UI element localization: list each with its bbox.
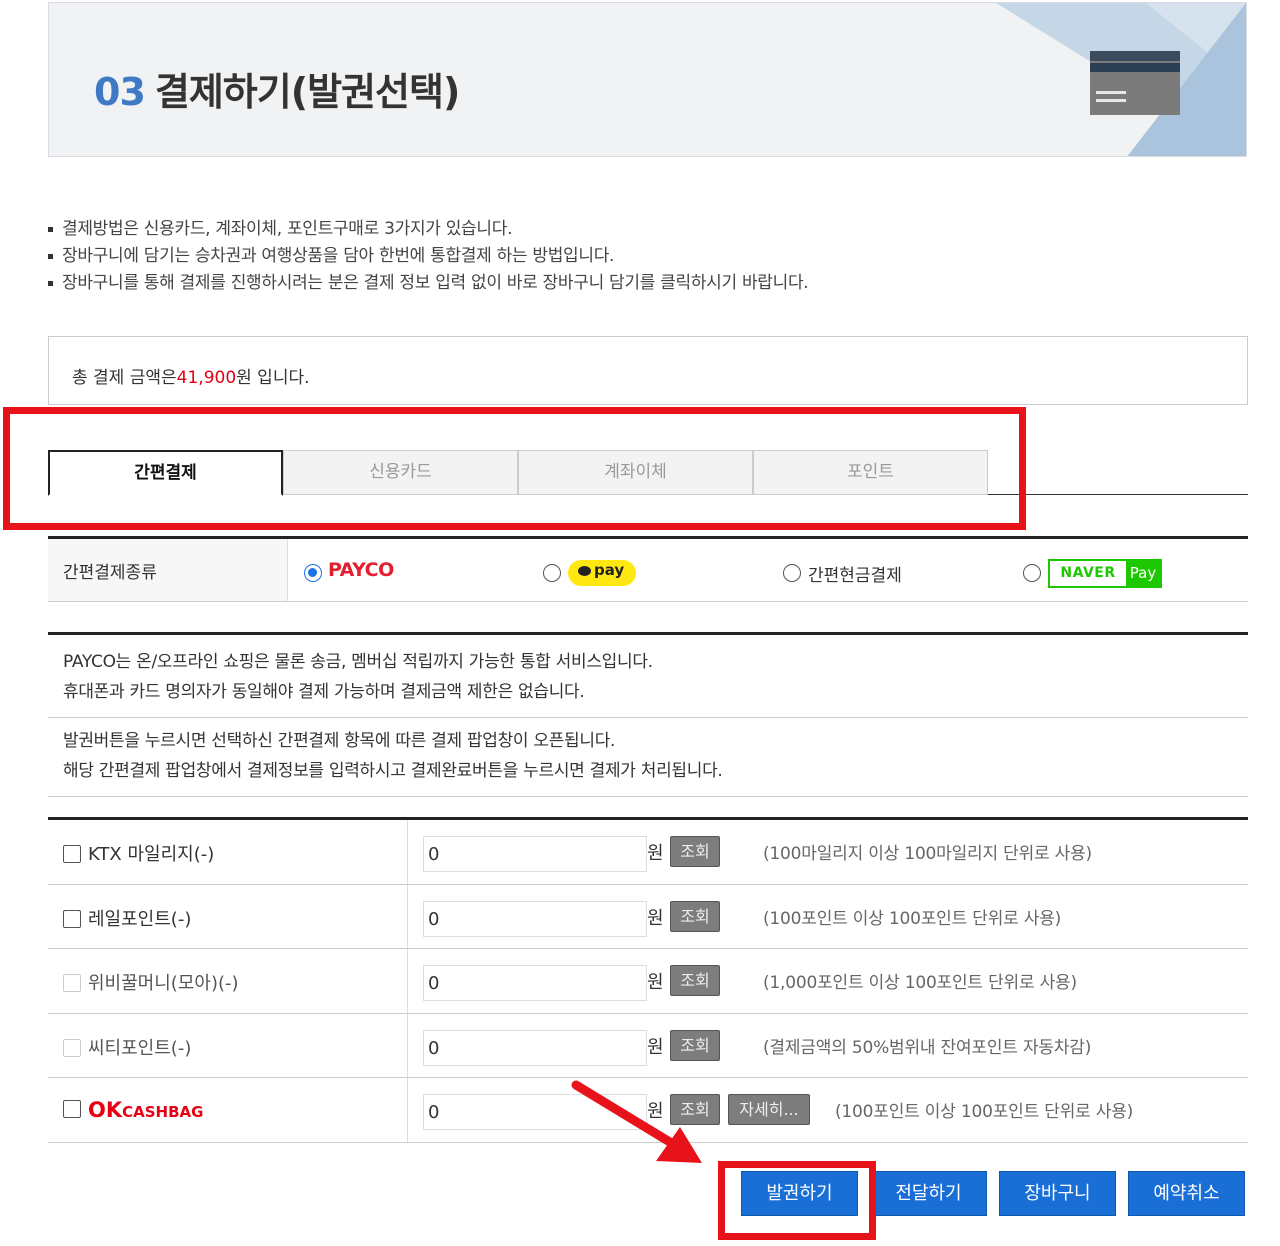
total-amount: 41,900 xyxy=(176,368,237,388)
kakaopay-logo: pay xyxy=(568,560,636,586)
points-label: 위비꿀머니(모아)(-) xyxy=(48,949,408,1013)
points-label: 씨티포인트(-) xyxy=(48,1013,408,1077)
notice-item: 장바구니를 통해 결제를 진행하시려는 분은 결제 정보 입력 없이 바로 장바… xyxy=(46,272,1046,299)
notice-list: 결제방법은 신용카드, 계좌이체, 포인트구매로 3가지가 있습니다. 장바구니… xyxy=(46,218,1046,299)
info-line: PAYCO는 온/오프라인 쇼핑은 물론 송금, 멤버십 적립까지 가능한 통합… xyxy=(63,652,653,672)
page-header-banner: 03 결제하기(발권선택) xyxy=(48,2,1247,157)
points-label: KTX 마일리지(-) xyxy=(48,820,408,884)
total-amount-box: 총 결제 금액은41,900원 입니다. xyxy=(48,336,1248,405)
easy-payment-type-label: 간편결제종류 xyxy=(48,539,288,601)
points-note: (1,000포인트 이상 100포인트 단위로 사용) xyxy=(763,973,1077,993)
annotation-arrow-icon xyxy=(571,1080,702,1163)
points-label-text: 위비꿀머니(모아)(-) xyxy=(88,973,239,994)
lookup-button[interactable]: 조회 xyxy=(670,965,720,996)
annotation-highlight-tabs xyxy=(3,407,1026,530)
issue-description: 발권버튼을 누르시면 선택하신 간편결제 항목에 따른 결제 팝업창이 오픈됩니… xyxy=(48,717,1248,796)
unit-label: 원 xyxy=(647,907,664,929)
points-row-wibee-money: 위비꿀머니(모아)(-) 0 원 조회 (1,000포인트 이상 100포인트 … xyxy=(48,949,1248,1014)
notice-item: 결제방법은 신용카드, 계좌이체, 포인트구매로 3가지가 있습니다. xyxy=(46,218,1046,245)
unit-label: 원 xyxy=(647,1036,664,1058)
points-label: 레일포인트(-) xyxy=(48,884,408,948)
checkbox-rail-point[interactable] xyxy=(63,909,81,928)
info-line: 발권버튼을 누르시면 선택하신 간편결제 항목에 따른 결제 팝업창이 오픈됩니… xyxy=(63,731,616,751)
payco-logo: PAYCO xyxy=(328,559,394,581)
info-line: 해당 간편결제 팝업창에서 결제정보를 입력하시고 결제완료버튼을 누르시면 결… xyxy=(63,761,723,781)
lookup-button[interactable]: 조회 xyxy=(670,836,720,867)
page-title: 03 결제하기(발권선택) xyxy=(94,61,460,116)
cart-button[interactable]: 장바구니 xyxy=(999,1171,1116,1216)
points-row-citi-point: 씨티포인트(-) 0 원 조회 (결제금액의 50%범위내 잔여포인트 자동차감… xyxy=(48,1013,1248,1078)
credit-card-icon xyxy=(1090,51,1180,115)
checkbox-citi-point[interactable] xyxy=(63,1038,81,1057)
easy-payment-type-row: 간편결제종류 PAYCO pay 간편현금결제 NAVER Pay xyxy=(48,536,1248,602)
send-button[interactable]: 전달하기 xyxy=(870,1171,987,1216)
points-amount-input[interactable]: 0 xyxy=(423,965,647,1001)
cancel-reservation-button[interactable]: 예약취소 xyxy=(1128,1171,1245,1216)
radio-easy-cash[interactable] xyxy=(783,564,801,582)
checkbox-wibee-money[interactable] xyxy=(63,974,81,992)
speech-bubble-icon xyxy=(578,566,591,576)
info-line: 휴대폰과 카드 명의자가 동일해야 결제 가능하며 결제금액 제한은 없습니다. xyxy=(63,682,585,702)
points-note: (결제금액의 50%범위내 잔여포인트 자동차감) xyxy=(763,1037,1092,1058)
naverpay-logo-text: NAVER xyxy=(1060,565,1116,581)
payment-info-box: PAYCO는 온/오프라인 쇼핑은 물론 송금, 멤버십 적립까지 가능한 통합… xyxy=(48,632,1248,797)
lookup-button[interactable]: 조회 xyxy=(670,900,720,932)
points-amount-input[interactable]: 0 xyxy=(423,836,647,872)
points-label: OKCASHBAG xyxy=(48,1078,408,1142)
points-row-rail-point: 레일포인트(-) 0 원 조회 (100포인트 이상 100포인트 단위로 사용… xyxy=(48,884,1248,949)
easy-cash-label: 간편현금결제 xyxy=(808,566,902,586)
radio-kakaopay[interactable] xyxy=(543,564,561,582)
unit-label: 원 xyxy=(647,972,664,993)
notice-item: 장바구니에 담기는 승차권과 여행상품을 담아 한번에 통합결제 하는 방법입니… xyxy=(46,245,1046,272)
points-amount-input[interactable]: 0 xyxy=(423,900,647,937)
page-title-text: 결제하기(발권선택) xyxy=(154,70,460,114)
lookup-button[interactable]: 조회 xyxy=(670,1029,720,1061)
unit-label: 원 xyxy=(647,843,664,864)
step-number: 03 xyxy=(94,70,146,114)
points-note: (100포인트 이상 100포인트 단위로 사용) xyxy=(835,1102,1134,1122)
points-note: (100마일리지 이상 100마일리지 단위로 사용) xyxy=(763,844,1092,864)
points-amount-input[interactable]: 0 xyxy=(423,1029,647,1066)
points-label-text: KTX 마일리지(-) xyxy=(88,844,215,865)
naverpay-logo: NAVER Pay xyxy=(1048,559,1162,588)
radio-naverpay[interactable] xyxy=(1023,564,1041,582)
kakaopay-label: pay xyxy=(594,561,625,579)
naverpay-logo-pay: Pay xyxy=(1126,561,1160,586)
annotation-highlight-issue-button xyxy=(718,1161,876,1240)
checkbox-ok-cashbag[interactable] xyxy=(63,1100,81,1118)
points-label-text: 씨티포인트(-) xyxy=(88,1037,192,1059)
points-note: (100포인트 이상 100포인트 단위로 사용) xyxy=(763,908,1062,929)
points-row-ktx-mileage: KTX 마일리지(-) 0 원 조회 (100마일리지 이상 100마일리지 단… xyxy=(48,820,1248,885)
radio-payco[interactable] xyxy=(304,564,322,582)
total-suffix: 원 입니다. xyxy=(236,368,310,388)
points-label-text: 레일포인트(-) xyxy=(88,908,192,930)
checkbox-ktx-mileage[interactable] xyxy=(63,845,81,863)
details-button[interactable]: 자세히... xyxy=(728,1094,810,1125)
ok-cashbag-logo: OKCASHBAG xyxy=(88,1098,204,1122)
payco-description: PAYCO는 온/오프라인 쇼핑은 물론 송금, 멤버십 적립까지 가능한 통합… xyxy=(48,635,1248,717)
total-prefix: 총 결제 금액은 xyxy=(72,368,177,388)
